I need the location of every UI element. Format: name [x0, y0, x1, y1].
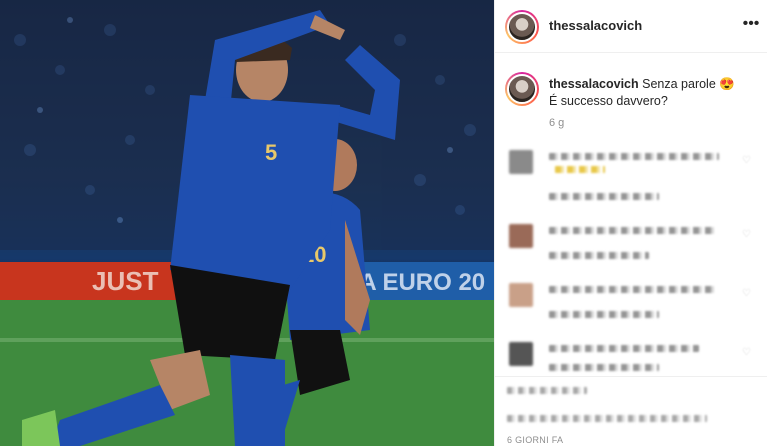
caption-username[interactable]: thessalacovich: [549, 77, 639, 91]
blurred-comment-meta: [549, 364, 659, 371]
post-timestamp[interactable]: 6 GIORNI FA: [507, 435, 563, 445]
blurred-avatar: [509, 224, 533, 248]
post-header: thessalacovich •••: [495, 0, 767, 53]
blurred-comment-line: [549, 345, 699, 352]
profile-avatar[interactable]: [505, 10, 539, 44]
header-username[interactable]: thessalacovich: [549, 18, 642, 33]
player-front-number: 5: [265, 140, 277, 165]
blurred-comment-line: [549, 153, 719, 160]
post-side-panel: thessalacovich ••• thessalacovich Senza …: [494, 0, 767, 446]
heart-icon[interactable]: ♡: [742, 230, 752, 240]
list-item: ♡: [495, 150, 767, 200]
blurred-avatar: [509, 342, 533, 366]
blurred-action-row: [507, 387, 587, 394]
heart-icon[interactable]: ♡: [742, 156, 752, 166]
photo-scene: JUST EFA EURO 20 10 5: [0, 0, 494, 446]
blurred-comment-meta: [549, 252, 649, 259]
post-photo[interactable]: JUST EFA EURO 20 10 5: [0, 0, 494, 446]
heart-icon[interactable]: ♡: [742, 289, 752, 299]
blurred-comment-line: [549, 286, 714, 293]
caption-line1: Senza parole 😍: [642, 77, 735, 91]
blurred-avatar: [509, 150, 533, 174]
ad-board-left: JUST: [92, 266, 159, 296]
blurred-comment-meta: [549, 311, 659, 318]
caption-avatar[interactable]: [505, 72, 539, 106]
caption-text: thessalacovich Senza parole 😍 É successo…: [549, 76, 759, 110]
blurred-comment-meta: [549, 193, 659, 200]
caption-time[interactable]: 6 g: [549, 117, 564, 129]
heart-icon[interactable]: ♡: [742, 348, 752, 358]
post-footer: 6 GIORNI FA: [495, 376, 767, 446]
caption-line2: É successo davvero?: [549, 94, 668, 108]
blurred-comment-line: [549, 227, 714, 234]
blurred-likes: [507, 415, 707, 422]
more-horizontal-icon[interactable]: •••: [742, 14, 760, 34]
blurred-comment-line: [555, 166, 605, 173]
list-item: ♡: [495, 224, 767, 268]
list-item: ♡: [495, 283, 767, 327]
blurred-avatar: [509, 283, 533, 307]
